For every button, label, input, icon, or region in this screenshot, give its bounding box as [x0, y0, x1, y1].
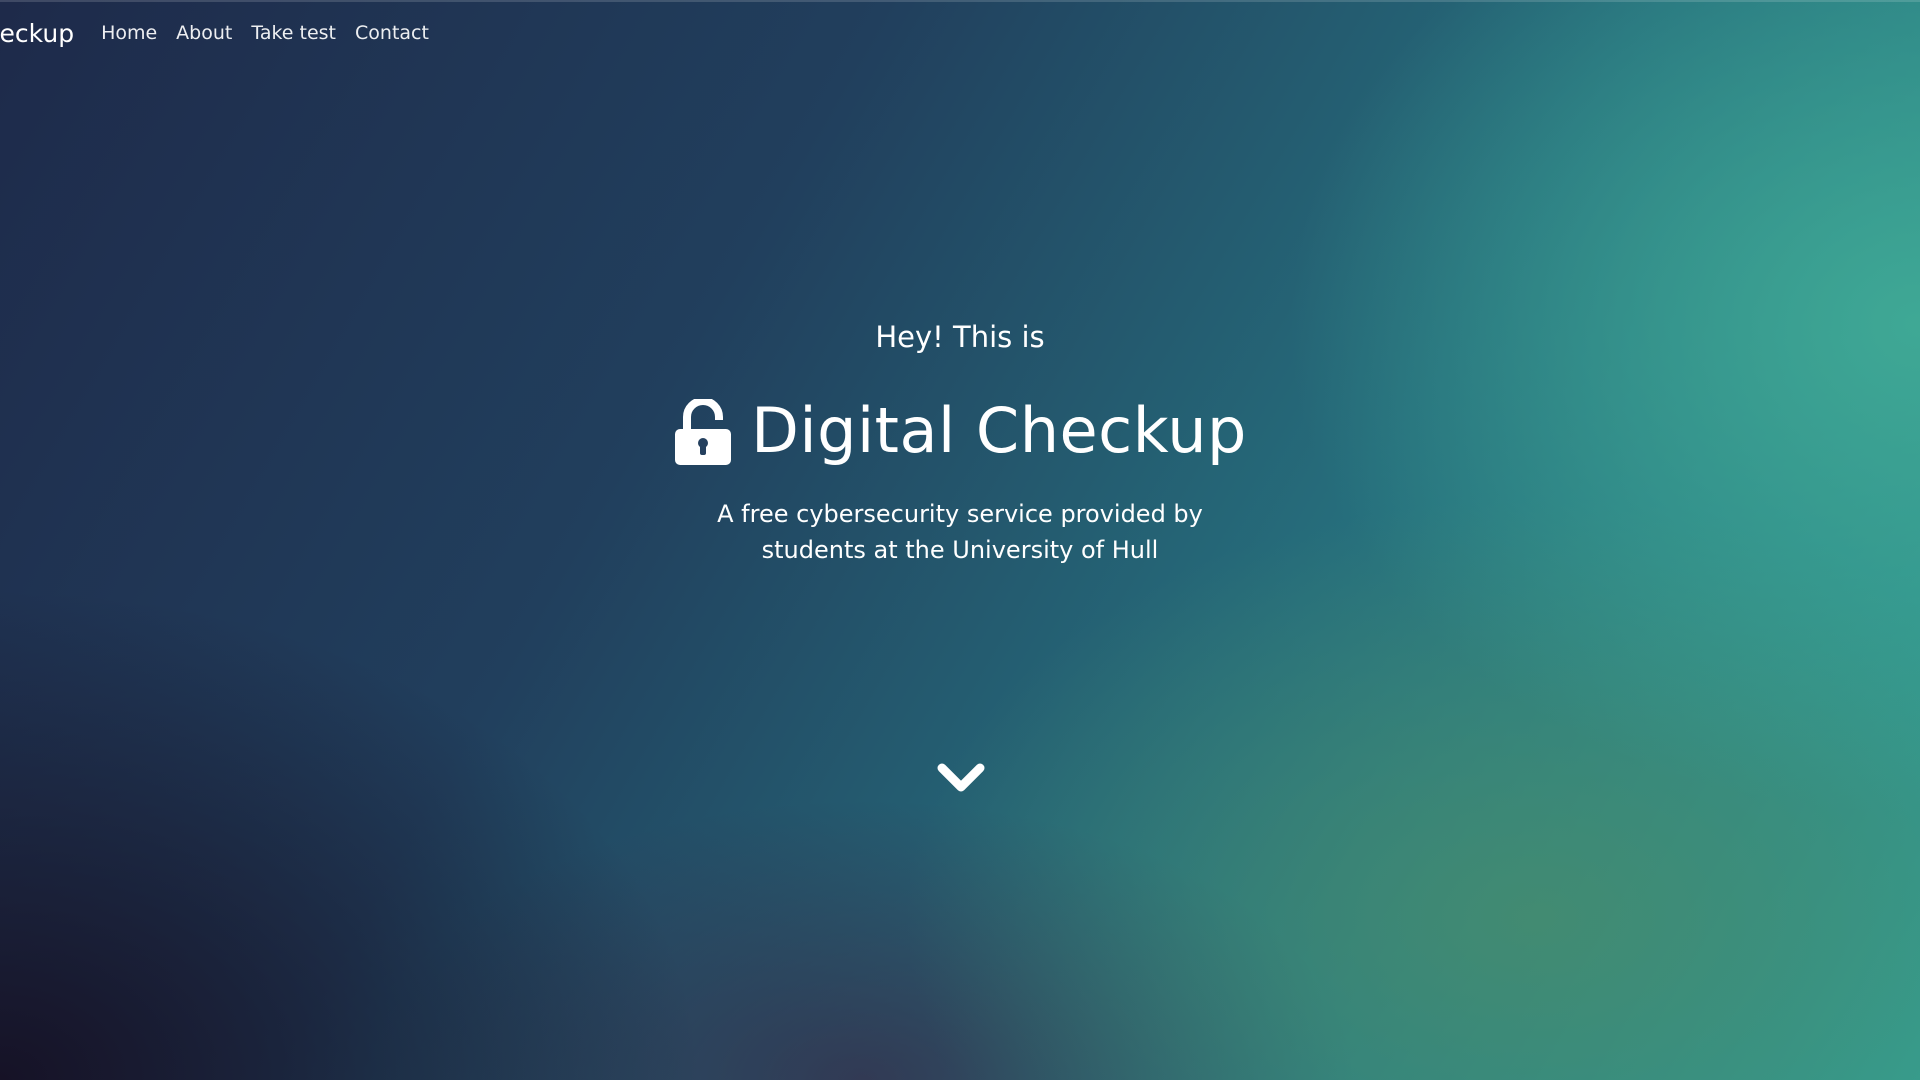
nav-link-take-test[interactable]: Take test [251, 22, 336, 44]
brand-link[interactable]: al Checkup [0, 19, 74, 48]
chevron-down-icon[interactable] [936, 758, 986, 798]
nav-link-about[interactable]: About [176, 22, 232, 44]
nav-link-home[interactable]: Home [101, 22, 157, 44]
unlocked-padlock-icon [675, 399, 732, 465]
hero-subtitle: A free cybersecurity service provided by… [0, 496, 1920, 568]
top-navigation: al Checkup Home About Take test Contact [0, 0, 448, 66]
page-title: Digital Checkup [751, 393, 1247, 467]
nav-link-contact[interactable]: Contact [355, 22, 429, 44]
hero-subtitle-line-1: A free cybersecurity service provided by [717, 500, 1203, 528]
hero-intro: Hey! This is [875, 320, 1045, 354]
hero-subtitle-line-2: students at the University of Hull [761, 536, 1159, 564]
hero-title-row: Digital Checkup [0, 393, 1920, 467]
